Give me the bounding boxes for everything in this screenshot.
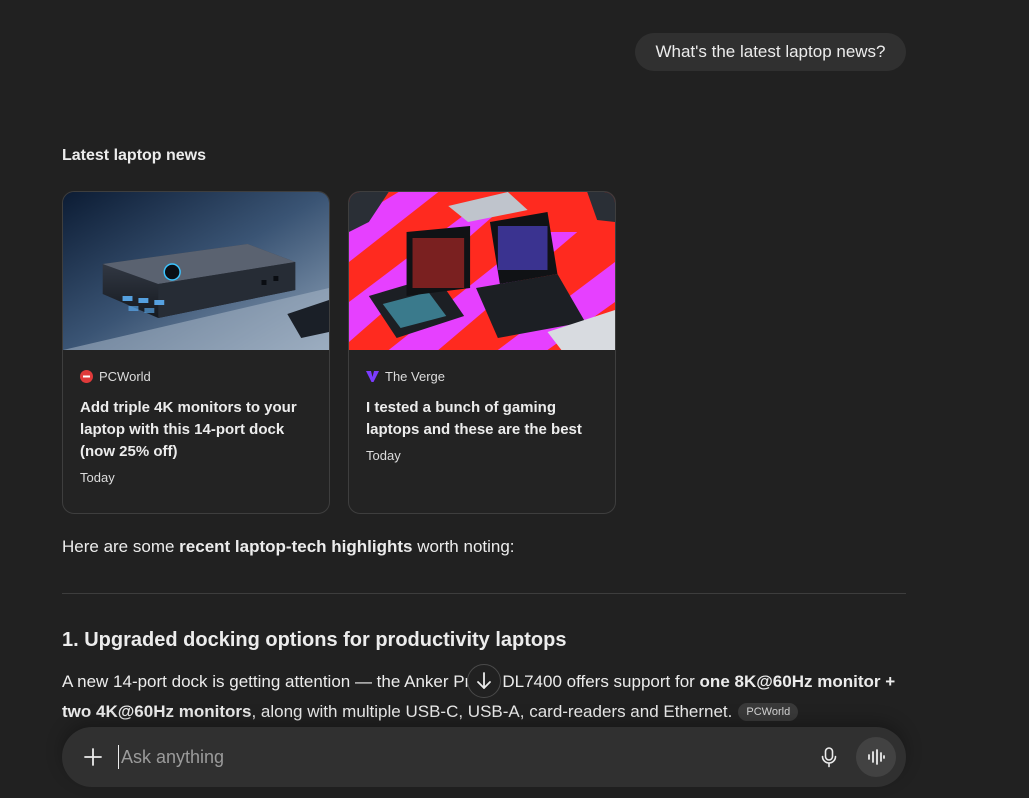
user-message-bubble: What's the latest laptop news?: [635, 33, 906, 71]
chat-page: What's the latest laptop news? Latest la…: [0, 0, 1029, 798]
news-source: The Verge: [366, 368, 598, 384]
news-source-name: PCWorld: [99, 368, 151, 384]
the-verge-logo-icon: [366, 370, 379, 382]
news-card-the-verge[interactable]: The Verge I tested a bunch of gaming lap…: [348, 191, 616, 514]
news-headline[interactable]: Add triple 4K monitors to your laptop wi…: [80, 397, 312, 463]
paragraph-text: A new 14-port dock is getting attention …: [62, 672, 700, 691]
news-date: Today: [80, 470, 115, 485]
arrow-down-icon: [477, 672, 491, 689]
news-card-pcworld[interactable]: PCWorld Add triple 4K monitors to your l…: [62, 191, 330, 514]
intro-text: Here are some: [62, 537, 180, 556]
news-source: PCWorld: [80, 368, 312, 384]
intro-bold-text: recent laptop-tech highlights: [179, 537, 413, 556]
news-source-name: The Verge: [385, 368, 445, 384]
microphone-icon[interactable]: [818, 746, 840, 768]
intro-text-end: worth noting:: [412, 537, 515, 556]
paragraph-text-end: , along with multiple USB-C, USB-A, card…: [251, 702, 733, 721]
news-headline[interactable]: I tested a bunch of gaming laptops and t…: [366, 397, 598, 441]
answer-intro: Here are some recent laptop-tech highlig…: [62, 537, 515, 557]
voice-mode-button[interactable]: [856, 737, 896, 777]
news-card-image: [63, 192, 329, 350]
answer-section-heading: 1. Upgraded docking options for producti…: [62, 629, 567, 651]
scroll-to-bottom-button[interactable]: [467, 664, 501, 698]
message-composer: [62, 727, 906, 787]
voice-mode-icon: [868, 749, 885, 765]
section-divider: [62, 593, 906, 594]
pcworld-logo-icon: [80, 369, 93, 383]
user-message-text: What's the latest laptop news?: [655, 42, 886, 61]
news-section-title: Latest laptop news: [62, 147, 207, 164]
news-card-image: [349, 192, 615, 350]
plus-icon[interactable]: [82, 746, 104, 768]
citation-chip[interactable]: PCWorld: [738, 703, 799, 721]
news-date: Today: [366, 448, 401, 463]
message-input[interactable]: [118, 745, 761, 769]
